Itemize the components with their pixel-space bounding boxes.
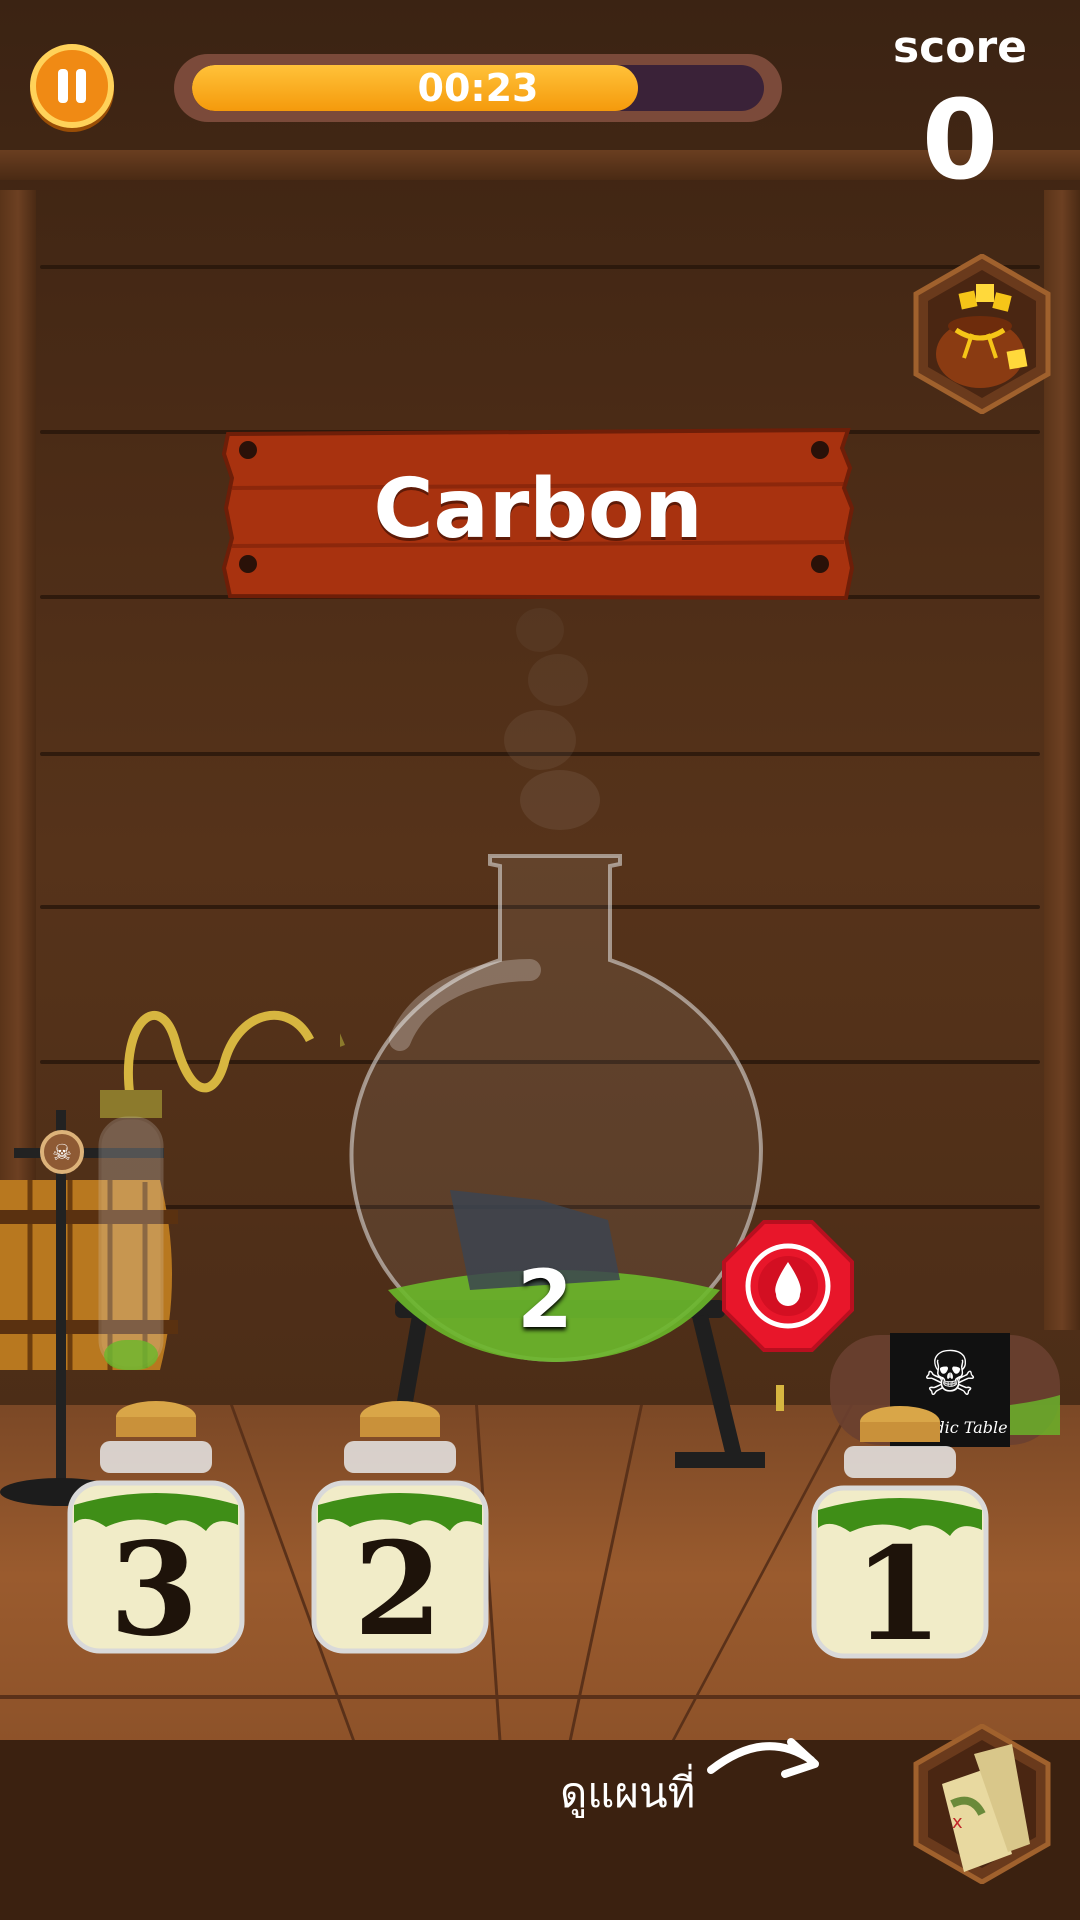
floor-edge-line <box>0 1695 1080 1699</box>
jar-number: 1 <box>853 1520 943 1670</box>
pause-button[interactable] <box>30 44 114 128</box>
timer-bar: 00:23 <box>174 54 782 122</box>
map-hint-text: ดูแผนที่ <box>560 1768 696 1817</box>
arrow-icon <box>707 1738 819 1778</box>
jar-number: 2 <box>353 1515 443 1665</box>
pause-icon-bar <box>76 69 86 103</box>
map-button[interactable]: x <box>912 1724 1052 1884</box>
wall-plank-line <box>40 265 1040 269</box>
jar-number: 3 <box>109 1515 199 1665</box>
flask-count: 2 <box>517 1253 573 1346</box>
pause-icon <box>58 69 68 103</box>
svg-text:x: x <box>952 1812 963 1833</box>
element-name: Carbon <box>373 462 703 557</box>
score-value: 0 <box>921 76 999 204</box>
score-label: score <box>892 22 1028 73</box>
steam <box>504 608 600 830</box>
timer-track-inner: 00:23 <box>192 65 764 111</box>
svg-text:☠: ☠ <box>52 1141 72 1166</box>
timer-text: 00:23 <box>417 66 539 110</box>
round-flask <box>340 854 765 1468</box>
letter-bag-button[interactable] <box>912 254 1052 414</box>
